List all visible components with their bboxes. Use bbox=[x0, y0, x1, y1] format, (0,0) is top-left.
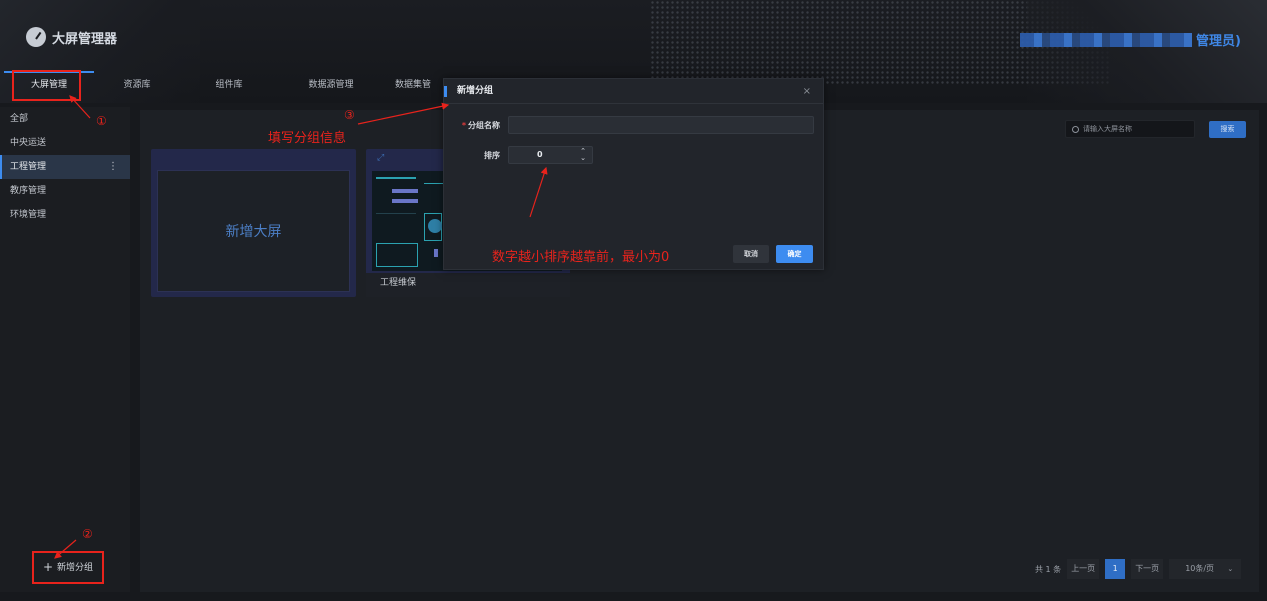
search-button[interactable]: 搜索 bbox=[1209, 121, 1246, 138]
stepper-arrows-icon[interactable]: ⌃ ⌄ bbox=[580, 148, 586, 162]
chevron-down-icon: ⌄ bbox=[1227, 565, 1234, 573]
sidebar-item-engineering[interactable]: 工程管理 ⋮ bbox=[0, 155, 130, 179]
tab-datasource-management[interactable]: 数据源管理 bbox=[286, 72, 376, 102]
order-label: 排序 bbox=[484, 150, 500, 160]
new-screen-card[interactable]: 新增大屏 bbox=[151, 149, 356, 297]
required-mark: * bbox=[461, 120, 466, 130]
sidebar-item-central-transport[interactable]: 中央运送 bbox=[0, 131, 130, 155]
sidebar-item-all[interactable]: 全部 bbox=[0, 107, 130, 131]
prev-page-button[interactable]: 上一页 bbox=[1067, 559, 1100, 579]
annotation-step-1: ① bbox=[96, 114, 107, 128]
search-icon bbox=[1072, 125, 1079, 133]
annotation-step-2: ② bbox=[82, 527, 93, 541]
group-name-row: * 分组名称 bbox=[444, 116, 814, 134]
sidebar-item-environment[interactable]: 环境管理 bbox=[0, 203, 130, 227]
expand-icon[interactable]: ⤢ bbox=[377, 153, 384, 163]
annotation-box-tab bbox=[12, 70, 81, 101]
dashboard-gauge-icon bbox=[26, 27, 46, 47]
page-number-current[interactable]: 1 bbox=[1105, 559, 1126, 579]
dialog-title: 新增分组 bbox=[457, 86, 494, 96]
sidebar-item-label: 全部 bbox=[10, 114, 29, 124]
confirm-button[interactable]: 确定 bbox=[776, 245, 813, 263]
tab-component-library[interactable]: 组件库 bbox=[184, 72, 274, 102]
annotation-order-hint: 数字越小排序越靠前，最小为0 bbox=[492, 250, 670, 265]
app-logo: 大屏管理器 bbox=[26, 27, 117, 47]
dialog-header: 新增分组 × bbox=[444, 79, 823, 104]
cancel-button[interactable]: 取消 bbox=[733, 245, 769, 263]
sidebar-item-teaching[interactable]: 教序管理 bbox=[0, 179, 130, 203]
order-stepper[interactable]: 0 ⌃ ⌄ bbox=[508, 146, 593, 164]
sidebar-item-label: 环境管理 bbox=[10, 210, 47, 220]
tab-resource-library[interactable]: 资源库 bbox=[92, 72, 182, 102]
search-box bbox=[1065, 120, 1195, 138]
order-row: 排序 0 ⌃ ⌄ bbox=[444, 146, 593, 164]
close-icon[interactable]: × bbox=[803, 79, 811, 104]
redacted-username bbox=[1020, 32, 1193, 47]
new-screen-label: 新增大屏 bbox=[157, 170, 350, 292]
tab-dataset-management[interactable]: 数据集管 bbox=[383, 72, 443, 102]
order-value: 0 bbox=[537, 150, 543, 159]
search-input[interactable] bbox=[1083, 125, 1193, 133]
more-options-icon[interactable]: ⋮ bbox=[108, 155, 118, 179]
sidebar-item-label: 教序管理 bbox=[10, 186, 47, 196]
app-title: 大屏管理器 bbox=[52, 31, 118, 47]
group-sidebar: 全部 中央运送 工程管理 ⋮ 教序管理 环境管理 + 新增分组 bbox=[0, 107, 130, 592]
user-role: 管理员) bbox=[1196, 34, 1241, 49]
page-size-value: 10条/页 bbox=[1185, 564, 1215, 573]
pagination-total: 共 1 条 bbox=[1035, 564, 1062, 574]
screen-card-title: 工程维保 bbox=[366, 273, 570, 297]
next-page-button[interactable]: 下一页 bbox=[1131, 559, 1164, 579]
annotation-step-3: ③ bbox=[344, 108, 355, 122]
pagination: 共 1 条 上一页 1 下一页 10条/页 ⌄ bbox=[1035, 559, 1242, 579]
group-name-label: * 分组名称 bbox=[461, 120, 500, 130]
sidebar-item-label: 中央运送 bbox=[10, 138, 47, 148]
page-size-select[interactable]: 10条/页 ⌄ bbox=[1169, 559, 1242, 579]
group-name-input[interactable] bbox=[508, 116, 814, 134]
annotation-box-add-group bbox=[32, 551, 104, 584]
sidebar-item-label: 工程管理 bbox=[10, 162, 47, 172]
add-group-dialog: 新增分组 × * 分组名称 排序 0 ⌃ ⌄ 取消 确定 bbox=[443, 78, 824, 270]
annotation-fill-info: 填写分组信息 bbox=[268, 131, 347, 146]
user-info[interactable]: 管理员) bbox=[1020, 30, 1241, 49]
